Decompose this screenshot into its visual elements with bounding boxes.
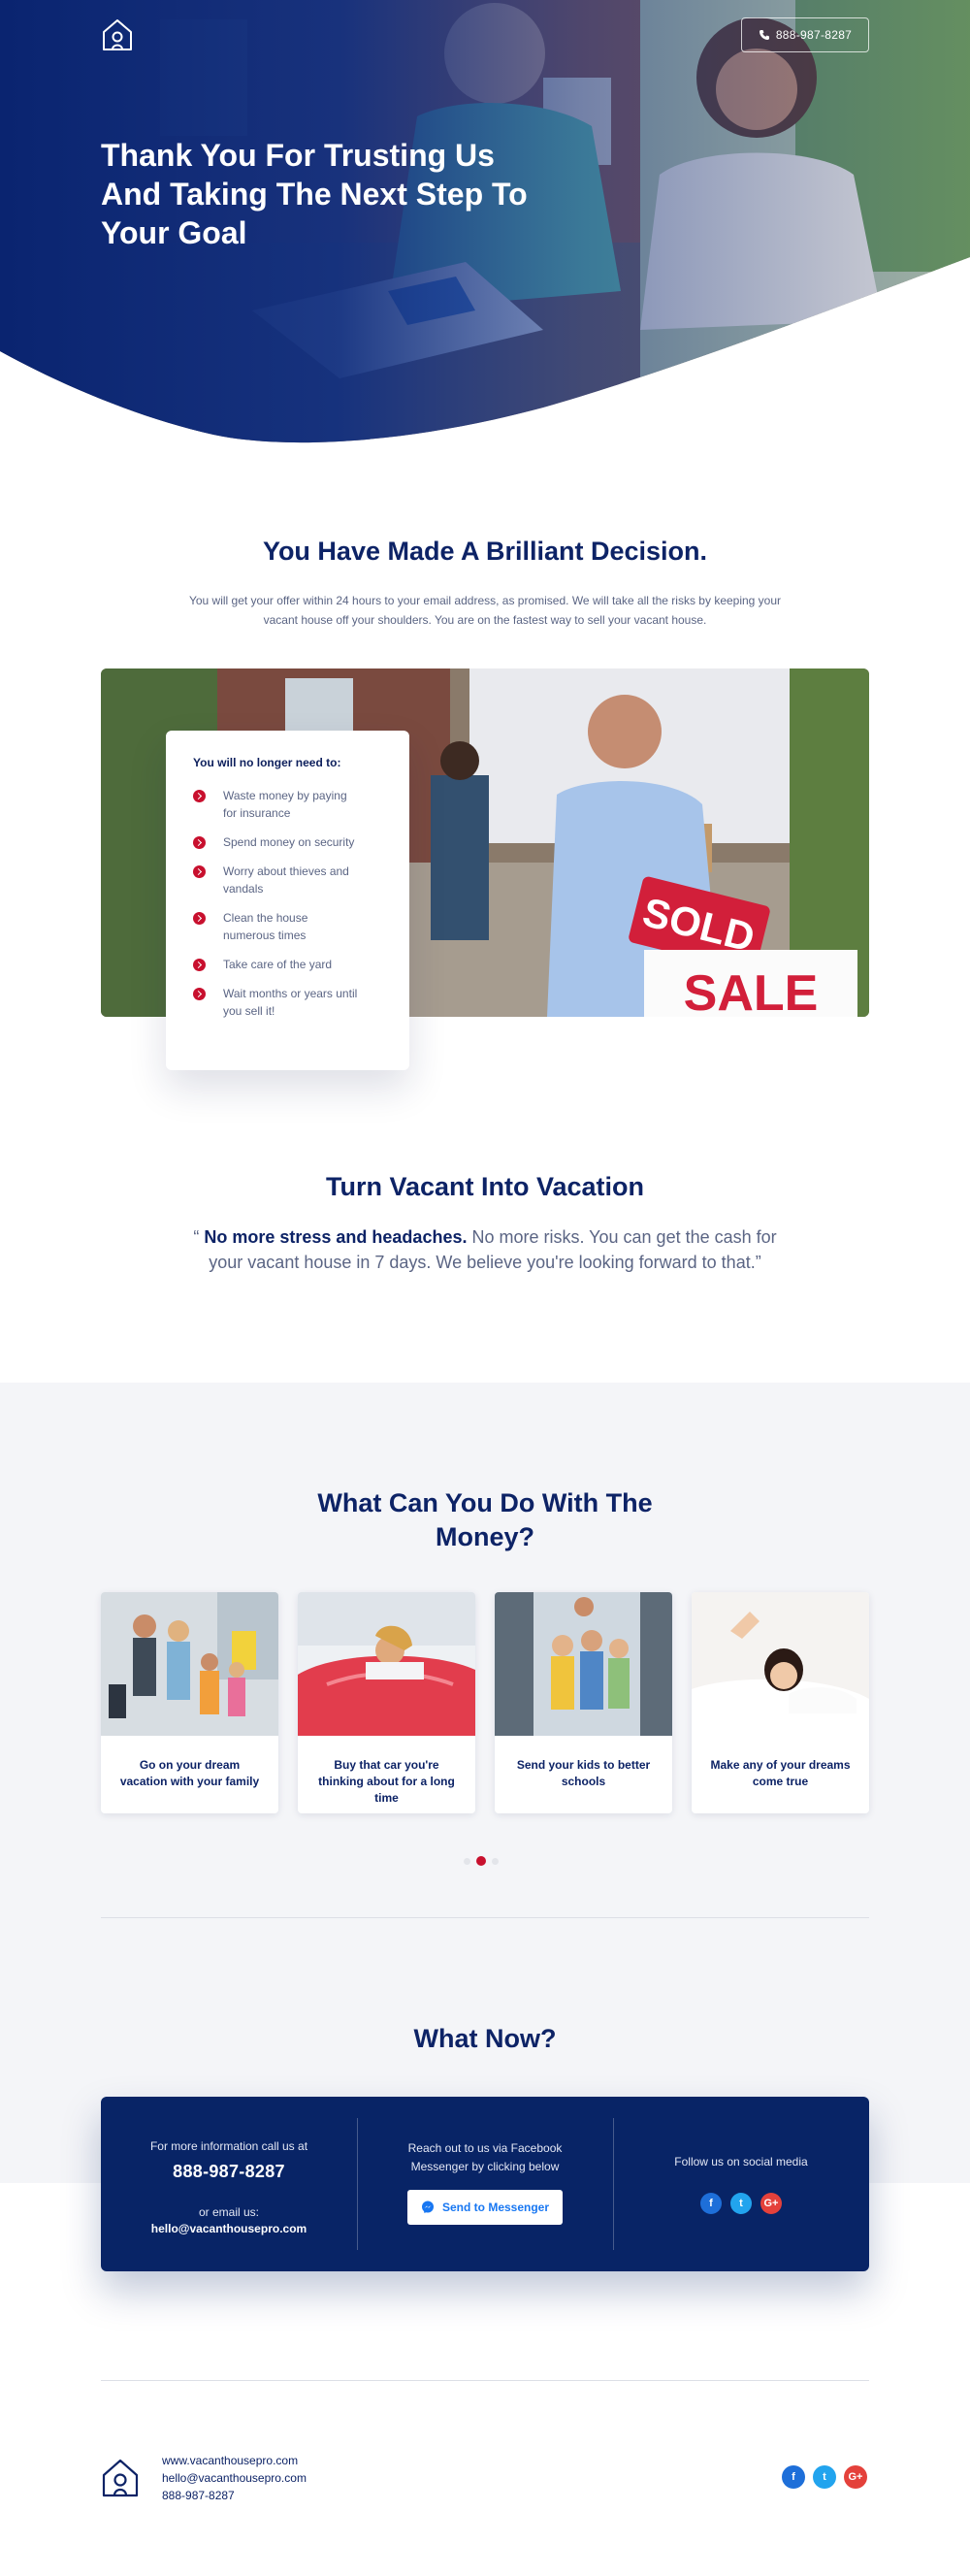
list-item: Wait months or years until you sell it! xyxy=(193,985,409,1020)
phone-icon xyxy=(759,30,769,40)
list-item-text: Clean the house numerous times xyxy=(223,911,308,942)
footer-divider xyxy=(101,2380,869,2381)
call-label: For more information call us at xyxy=(149,2139,308,2153)
call-column: For more information call us at 888-987-… xyxy=(101,2097,357,2271)
social-column: Follow us on social media f t G+ xyxy=(613,2097,869,2271)
google-plus-icon[interactable]: G+ xyxy=(844,2465,867,2489)
chevron-right-icon xyxy=(193,988,206,1000)
money-card[interactable]: Send your kids to better schools xyxy=(495,1592,672,1813)
money-card[interactable]: Make any of your dreams come true xyxy=(692,1592,869,1813)
decision-text: You will get your offer within 24 hours … xyxy=(188,594,782,627)
chevron-right-icon xyxy=(193,836,206,849)
what-now-title: What Now? xyxy=(413,2024,557,2053)
carousel-dot-active[interactable] xyxy=(476,1856,486,1866)
footer-website-link[interactable]: www.vacanthousepro.com xyxy=(162,2452,307,2469)
messenger-text: Reach out to us via Facebook Messenger b… xyxy=(407,2141,563,2173)
decision-title: You Have Made A Brilliant Decision. xyxy=(262,537,708,566)
money-card[interactable]: Go on your dream vacation with your fami… xyxy=(101,1592,278,1813)
vacation-quote: “ No more stress and headaches. No more … xyxy=(175,1224,795,1275)
quote-open-mark: “ xyxy=(193,1227,200,1247)
list-item: Clean the house numerous times xyxy=(193,909,409,944)
family-vacation-photo xyxy=(101,1592,278,1736)
messenger-icon xyxy=(421,2201,434,2213)
messenger-button-label: Send to Messenger xyxy=(441,2201,550,2214)
list-item-text: Wait months or years until you sell it! xyxy=(223,987,358,1018)
carousel-dot[interactable] xyxy=(464,1857,470,1865)
money-title: What Can You Do With The Money? xyxy=(317,1488,653,1551)
money-card[interactable]: Buy that car you're thinking about for a… xyxy=(298,1592,475,1813)
header-phone-button[interactable]: 888-987-8287 xyxy=(741,17,869,52)
list-item: Worry about thieves and vandals xyxy=(193,863,409,897)
school-kids-photo xyxy=(495,1592,672,1736)
list-item-text: Spend money on security xyxy=(223,835,355,849)
dreaming-woman-photo xyxy=(692,1592,869,1736)
card-label: Buy that car you're thinking about for a… xyxy=(318,1758,455,1805)
footer-phone[interactable]: 888-987-8287 xyxy=(162,2487,307,2504)
card-label: Send your kids to better schools xyxy=(516,1758,651,1788)
header-phone-number: 888-987-8287 xyxy=(775,28,853,42)
social-label: Follow us on social media xyxy=(674,2155,808,2168)
send-to-messenger-button[interactable]: Send to Messenger xyxy=(406,2190,564,2225)
carousel-dot[interactable] xyxy=(492,1857,499,1865)
list-item-text: Take care of the yard xyxy=(223,958,333,971)
twitter-icon[interactable]: t xyxy=(813,2465,836,2489)
footer-contact-info: www.vacanthousepro.com hello@vacanthouse… xyxy=(162,2452,307,2504)
list-item: Take care of the yard xyxy=(193,956,409,973)
hero-section: 888-987-8287 Thank You For Trusting Us A… xyxy=(0,0,970,446)
no-longer-need-card: You will no longer need to: Waste money … xyxy=(166,731,409,1070)
hero-title: Thank You For Trusting Us And Taking The… xyxy=(101,138,528,250)
chevron-right-icon xyxy=(193,912,206,925)
facebook-icon[interactable]: f xyxy=(782,2465,805,2489)
card-label: Make any of your dreams come true xyxy=(710,1758,851,1788)
messenger-column: Reach out to us via Facebook Messenger b… xyxy=(357,2097,613,2271)
chevron-right-icon xyxy=(193,790,206,802)
social-icons: f t G+ xyxy=(613,2193,869,2214)
list-item-text: Waste money by paying for insurance xyxy=(223,789,347,820)
carousel-dots xyxy=(464,1856,499,1866)
house-logo-icon[interactable] xyxy=(101,17,134,52)
vacation-title: Turn Vacant Into Vacation xyxy=(325,1172,645,1201)
contact-email[interactable]: hello@vacanthousepro.com xyxy=(101,2222,357,2235)
footer-email-link[interactable]: hello@vacanthousepro.com xyxy=(162,2469,307,2487)
no-longer-title: You will no longer need to: xyxy=(193,756,341,769)
email-label: or email us: xyxy=(198,2205,260,2219)
list-item: Waste money by paying for insurance xyxy=(193,787,409,822)
quote-bold-text: No more stress and headaches. xyxy=(204,1227,468,1247)
list-item-text: Worry about thieves and vandals xyxy=(223,864,349,896)
chevron-right-icon xyxy=(193,959,206,971)
sale-sign-text: SALE xyxy=(684,965,819,1017)
contact-box: For more information call us at 888-987-… xyxy=(101,2097,869,2271)
facebook-icon[interactable]: f xyxy=(700,2193,722,2214)
list-item: Spend money on security xyxy=(193,833,409,851)
chevron-right-icon xyxy=(193,865,206,878)
twitter-icon[interactable]: t xyxy=(730,2193,752,2214)
google-plus-icon[interactable]: G+ xyxy=(760,2193,782,2214)
card-label: Go on your dream vacation with your fami… xyxy=(119,1758,260,1788)
contact-phone[interactable]: 888-987-8287 xyxy=(101,2162,357,2182)
section-divider xyxy=(101,1917,869,1918)
red-car-photo xyxy=(298,1592,475,1736)
house-logo-icon[interactable] xyxy=(101,2458,140,2498)
footer-social-icons: f t G+ xyxy=(782,2465,867,2489)
